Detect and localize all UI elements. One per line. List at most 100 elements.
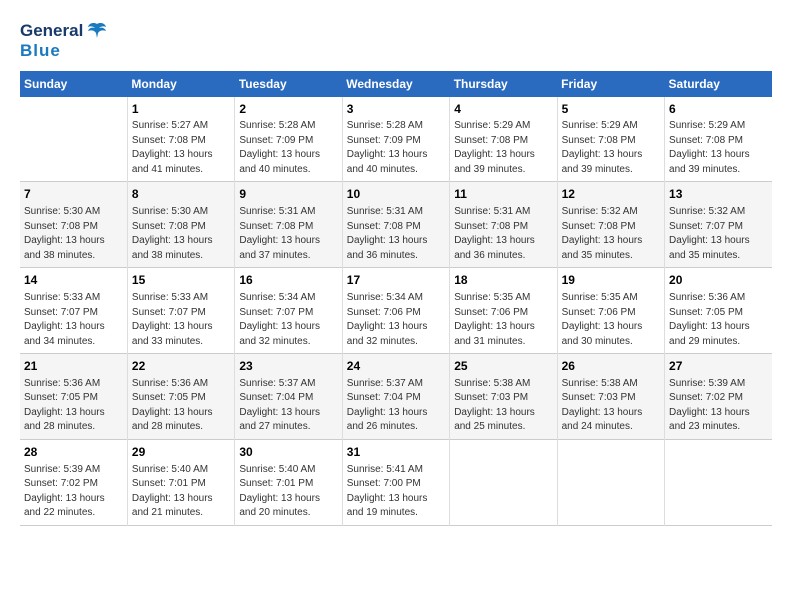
day-number: 25 [454, 358, 552, 375]
day-number: 20 [669, 272, 768, 289]
day-info: Sunrise: 5:41 AMSunset: 7:00 PMDaylight:… [347, 463, 445, 521]
day-number: 12 [562, 186, 660, 203]
day-number: 10 [347, 186, 445, 203]
day-number: 4 [454, 101, 552, 118]
day-number: 16 [239, 272, 337, 289]
calendar-cell: 22 Sunrise: 5:36 AMSunset: 7:05 PMDayligh… [127, 354, 234, 440]
calendar-cell: 27 Sunrise: 5:39 AMSunset: 7:02 PMDayligh… [665, 354, 772, 440]
day-info: Sunrise: 5:29 AMSunset: 7:08 PMDaylight:… [562, 119, 660, 177]
calendar-table: SundayMondayTuesdayWednesdayThursdayFrid… [20, 71, 772, 526]
logo-blue-text: Blue [20, 42, 108, 61]
calendar-cell: 19 Sunrise: 5:35 AMSunset: 7:06 PMDayligh… [557, 268, 664, 354]
calendar-cell: 4Sunrise: 5:29 AMSunset: 7:08 PMDaylight… [450, 97, 557, 182]
day-info: Sunrise: 5:28 AMSunset: 7:09 PMDaylight:… [347, 119, 445, 177]
calendar-cell: 1Sunrise: 5:27 AMSunset: 7:08 PMDaylight… [127, 97, 234, 182]
day-info: Sunrise: 5:40 AMSunset: 7:01 PMDaylight:… [132, 463, 230, 521]
day-info: Sunrise: 5:33 AMSunset: 7:07 PMDaylight:… [24, 291, 123, 349]
day-info: Sunrise: 5:38 AMSunset: 7:03 PMDaylight:… [562, 377, 660, 435]
day-info: Sunrise: 5:31 AMSunset: 7:08 PMDaylight:… [239, 205, 337, 263]
day-info: Sunrise: 5:32 AMSunset: 7:07 PMDaylight:… [669, 205, 768, 263]
calendar-cell: 12 Sunrise: 5:32 AMSunset: 7:08 PMDayligh… [557, 182, 664, 268]
day-info: Sunrise: 5:39 AMSunset: 7:02 PMDaylight:… [669, 377, 768, 435]
day-number: 8 [132, 186, 230, 203]
day-info: Sunrise: 5:32 AMSunset: 7:08 PMDaylight:… [562, 205, 660, 263]
calendar-cell: 30Sunrise: 5:40 AMSunset: 7:01 PMDayligh… [235, 439, 342, 525]
page-header: General Blue [20, 20, 772, 61]
calendar-cell: 13 Sunrise: 5:32 AMSunset: 7:07 PMDayligh… [665, 182, 772, 268]
calendar-cell: 11Sunrise: 5:31 AMSunset: 7:08 PMDayligh… [450, 182, 557, 268]
day-info: Sunrise: 5:36 AMSunset: 7:05 PMDaylight:… [24, 377, 123, 435]
logo-general: General [20, 22, 83, 41]
calendar-week-row: 21 Sunrise: 5:36 AMSunset: 7:05 PMDayligh… [20, 354, 772, 440]
calendar-week-row: 1Sunrise: 5:27 AMSunset: 7:08 PMDaylight… [20, 97, 772, 182]
calendar-cell: 29 Sunrise: 5:40 AMSunset: 7:01 PMDayligh… [127, 439, 234, 525]
day-number: 27 [669, 358, 768, 375]
calendar-cell: 25 Sunrise: 5:38 AMSunset: 7:03 PMDayligh… [450, 354, 557, 440]
calendar-cell: 28 Sunrise: 5:39 AMSunset: 7:02 PMDayligh… [20, 439, 127, 525]
calendar-cell: 6Sunrise: 5:29 AMSunset: 7:08 PMDaylight… [665, 97, 772, 182]
day-info: Sunrise: 5:38 AMSunset: 7:03 PMDaylight:… [454, 377, 552, 435]
calendar-header-row: SundayMondayTuesdayWednesdayThursdayFrid… [20, 71, 772, 97]
day-info: Sunrise: 5:35 AMSunset: 7:06 PMDaylight:… [562, 291, 660, 349]
day-number: 7 [24, 186, 123, 203]
calendar-cell: 18 Sunrise: 5:35 AMSunset: 7:06 PMDayligh… [450, 268, 557, 354]
day-info: Sunrise: 5:35 AMSunset: 7:06 PMDaylight:… [454, 291, 552, 349]
day-info: Sunrise: 5:34 AMSunset: 7:07 PMDaylight:… [239, 291, 337, 349]
calendar-week-row: 14Sunrise: 5:33 AMSunset: 7:07 PMDayligh… [20, 268, 772, 354]
day-number: 22 [132, 358, 230, 375]
day-number: 13 [669, 186, 768, 203]
day-number: 9 [239, 186, 337, 203]
day-info: Sunrise: 5:28 AMSunset: 7:09 PMDaylight:… [239, 119, 337, 177]
logo: General Blue [20, 20, 108, 61]
day-number: 5 [562, 101, 660, 118]
day-number: 3 [347, 101, 445, 118]
day-info: Sunrise: 5:30 AMSunset: 7:08 PMDaylight:… [132, 205, 230, 263]
day-number: 29 [132, 444, 230, 461]
day-info: Sunrise: 5:34 AMSunset: 7:06 PMDaylight:… [347, 291, 445, 349]
day-header-saturday: Saturday [665, 71, 772, 97]
day-header-wednesday: Wednesday [342, 71, 449, 97]
calendar-cell: 3Sunrise: 5:28 AMSunset: 7:09 PMDaylight… [342, 97, 449, 182]
day-info: Sunrise: 5:36 AMSunset: 7:05 PMDaylight:… [132, 377, 230, 435]
day-number: 26 [562, 358, 660, 375]
logo-bird-icon [86, 20, 108, 42]
day-info: Sunrise: 5:39 AMSunset: 7:02 PMDaylight:… [24, 463, 123, 521]
day-number: 6 [669, 101, 768, 118]
day-header-friday: Friday [557, 71, 664, 97]
day-number: 28 [24, 444, 123, 461]
day-header-monday: Monday [127, 71, 234, 97]
day-number: 23 [239, 358, 337, 375]
calendar-cell: 10 Sunrise: 5:31 AMSunset: 7:08 PMDayligh… [342, 182, 449, 268]
day-info: Sunrise: 5:31 AMSunset: 7:08 PMDaylight:… [347, 205, 445, 263]
calendar-cell: 23Sunrise: 5:37 AMSunset: 7:04 PMDayligh… [235, 354, 342, 440]
day-number: 31 [347, 444, 445, 461]
day-number: 21 [24, 358, 123, 375]
day-number: 2 [239, 101, 337, 118]
calendar-cell: 9 Sunrise: 5:31 AMSunset: 7:08 PMDaylight… [235, 182, 342, 268]
day-info: Sunrise: 5:33 AMSunset: 7:07 PMDaylight:… [132, 291, 230, 349]
day-number: 15 [132, 272, 230, 289]
calendar-cell: 8 Sunrise: 5:30 AMSunset: 7:08 PMDaylight… [127, 182, 234, 268]
day-info: Sunrise: 5:36 AMSunset: 7:05 PMDaylight:… [669, 291, 768, 349]
day-number: 24 [347, 358, 445, 375]
calendar-cell: 26 Sunrise: 5:38 AMSunset: 7:03 PMDayligh… [557, 354, 664, 440]
calendar-cell: 7 Sunrise: 5:30 AMSunset: 7:08 PMDaylight… [20, 182, 127, 268]
day-info: Sunrise: 5:29 AMSunset: 7:08 PMDaylight:… [669, 119, 768, 177]
day-header-thursday: Thursday [450, 71, 557, 97]
day-info: Sunrise: 5:37 AMSunset: 7:04 PMDaylight:… [347, 377, 445, 435]
day-number: 30 [239, 444, 337, 461]
day-number: 19 [562, 272, 660, 289]
day-number: 1 [132, 101, 230, 118]
day-info: Sunrise: 5:31 AMSunset: 7:08 PMDaylight:… [454, 205, 552, 263]
calendar-cell: 2Sunrise: 5:28 AMSunset: 7:09 PMDaylight… [235, 97, 342, 182]
calendar-cell: 14Sunrise: 5:33 AMSunset: 7:07 PMDayligh… [20, 268, 127, 354]
calendar-cell [20, 97, 127, 182]
calendar-cell [557, 439, 664, 525]
calendar-week-row: 28 Sunrise: 5:39 AMSunset: 7:02 PMDayligh… [20, 439, 772, 525]
day-number: 18 [454, 272, 552, 289]
day-info: Sunrise: 5:30 AMSunset: 7:08 PMDaylight:… [24, 205, 123, 263]
day-header-tuesday: Tuesday [235, 71, 342, 97]
day-info: Sunrise: 5:29 AMSunset: 7:08 PMDaylight:… [454, 119, 552, 177]
calendar-cell: 17Sunrise: 5:34 AMSunset: 7:06 PMDayligh… [342, 268, 449, 354]
calendar-cell: 15 Sunrise: 5:33 AMSunset: 7:07 PMDayligh… [127, 268, 234, 354]
